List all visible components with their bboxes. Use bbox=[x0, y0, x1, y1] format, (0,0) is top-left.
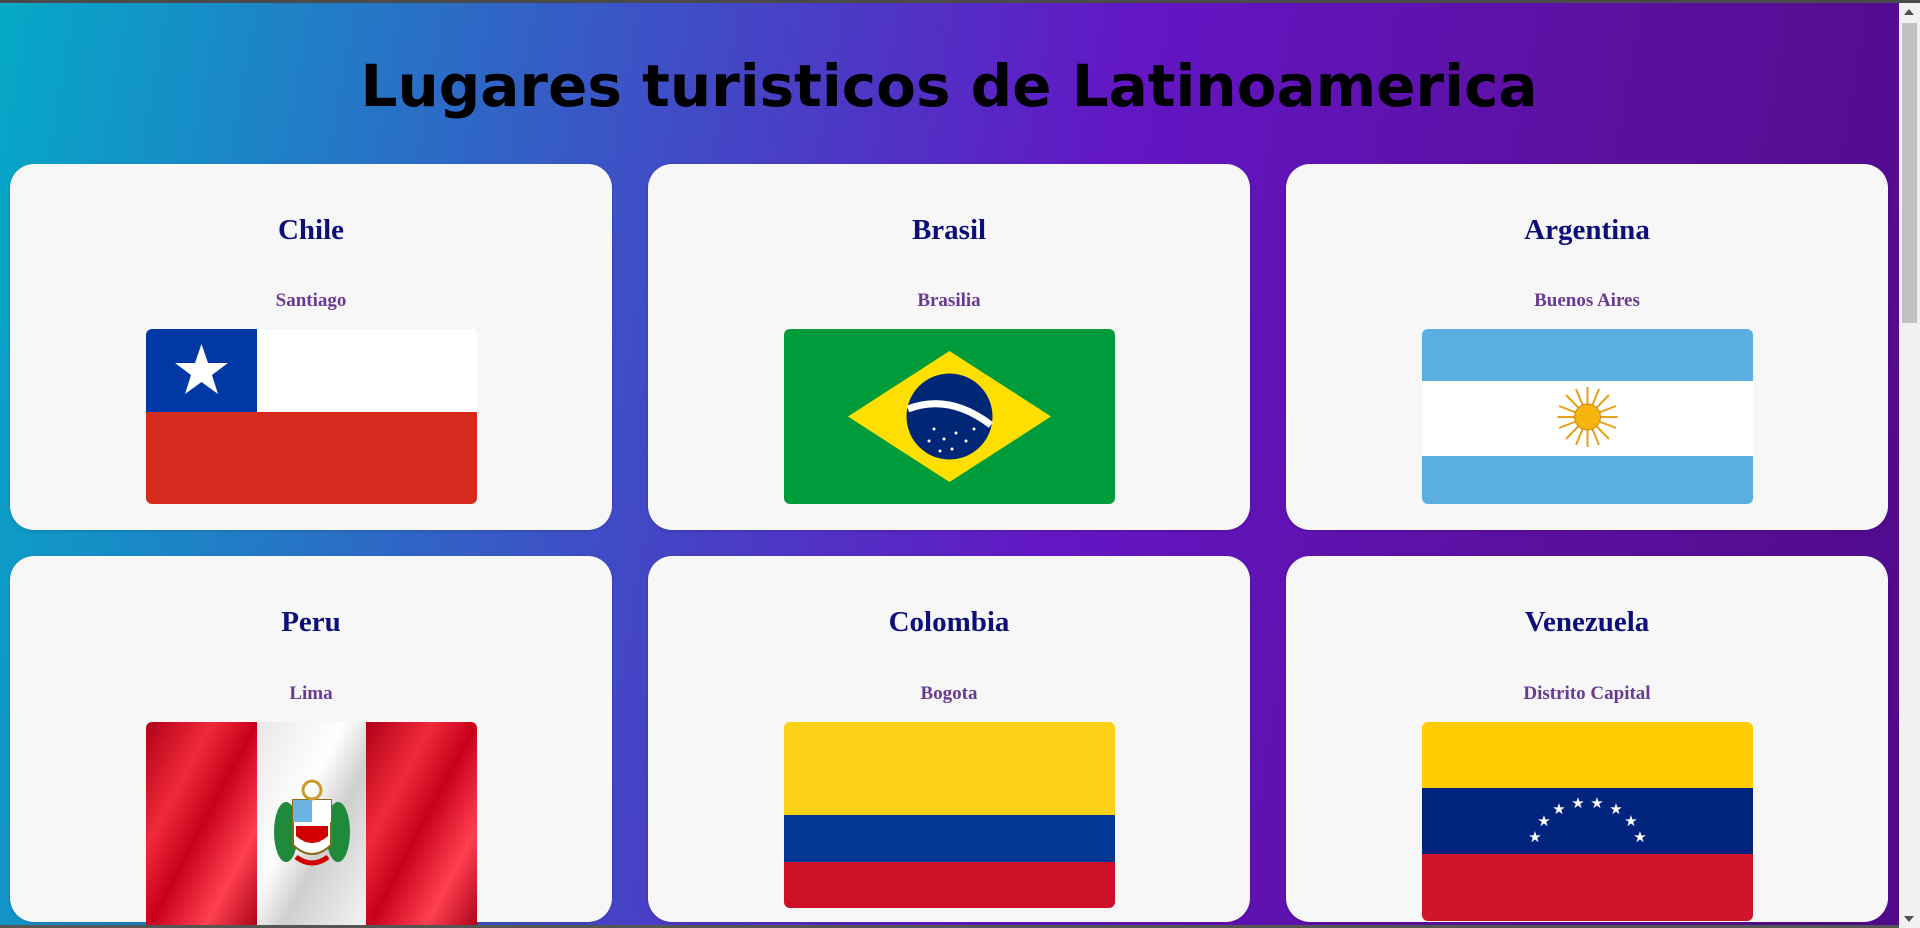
country-card-venezuela: Venezuela Distrito Capital ★ ★ ★ ★ ★ ★ ★… bbox=[1286, 556, 1888, 922]
country-card-argentina: Argentina Buenos Aires bbox=[1286, 164, 1888, 530]
capital-name: Santiago bbox=[275, 290, 347, 311]
country-name: Venezuela bbox=[1524, 606, 1650, 638]
scroll-down-arrow-icon[interactable] bbox=[1904, 916, 1914, 922]
scroll-up-arrow-icon[interactable] bbox=[1904, 9, 1914, 15]
page: Lugares turisticos de Latinoamerica Chil… bbox=[0, 0, 1920, 928]
page-title: Lugares turisticos de Latinoamerica bbox=[360, 52, 1538, 120]
country-name: Colombia bbox=[888, 606, 1010, 638]
country-card-peru: Peru Lima bbox=[10, 556, 612, 928]
brazil-flag-icon bbox=[784, 329, 1115, 504]
svg-text:★: ★ bbox=[1552, 800, 1565, 818]
svg-text:★: ★ bbox=[1633, 828, 1646, 846]
svg-text:★: ★ bbox=[1609, 800, 1622, 818]
svg-text:★: ★ bbox=[1528, 828, 1541, 846]
vertical-scrollbar[interactable] bbox=[1899, 3, 1920, 928]
country-name: Chile bbox=[277, 214, 345, 246]
colombia-flag-icon bbox=[784, 722, 1115, 908]
country-card-colombia: Colombia Bogota bbox=[648, 556, 1250, 922]
venezuela-flag-icon: ★ ★ ★ ★ ★ ★ ★ ★ bbox=[1422, 722, 1753, 921]
capital-name: Bogota bbox=[920, 683, 978, 704]
peru-flag-icon bbox=[146, 722, 477, 928]
country-card-brasil: Brasil Brasilia bbox=[648, 164, 1250, 530]
country-name: Peru bbox=[281, 606, 341, 638]
capital-name: Distrito Capital bbox=[1523, 683, 1651, 704]
capital-name: Buenos Aires bbox=[1534, 290, 1640, 311]
argentina-flag-icon bbox=[1422, 329, 1753, 504]
capital-name: Brasilia bbox=[917, 290, 981, 311]
country-card-chile: Chile Santiago bbox=[10, 164, 612, 530]
chile-flag-icon bbox=[146, 329, 477, 504]
svg-text:★: ★ bbox=[1571, 794, 1584, 812]
country-name: Brasil bbox=[911, 214, 987, 246]
scrollbar-thumb[interactable] bbox=[1902, 23, 1917, 323]
svg-text:★: ★ bbox=[1590, 794, 1603, 812]
svg-text:★: ★ bbox=[1537, 812, 1550, 830]
capital-name: Lima bbox=[289, 683, 333, 704]
top-border bbox=[0, 0, 1920, 3]
country-name: Argentina bbox=[1524, 214, 1650, 246]
